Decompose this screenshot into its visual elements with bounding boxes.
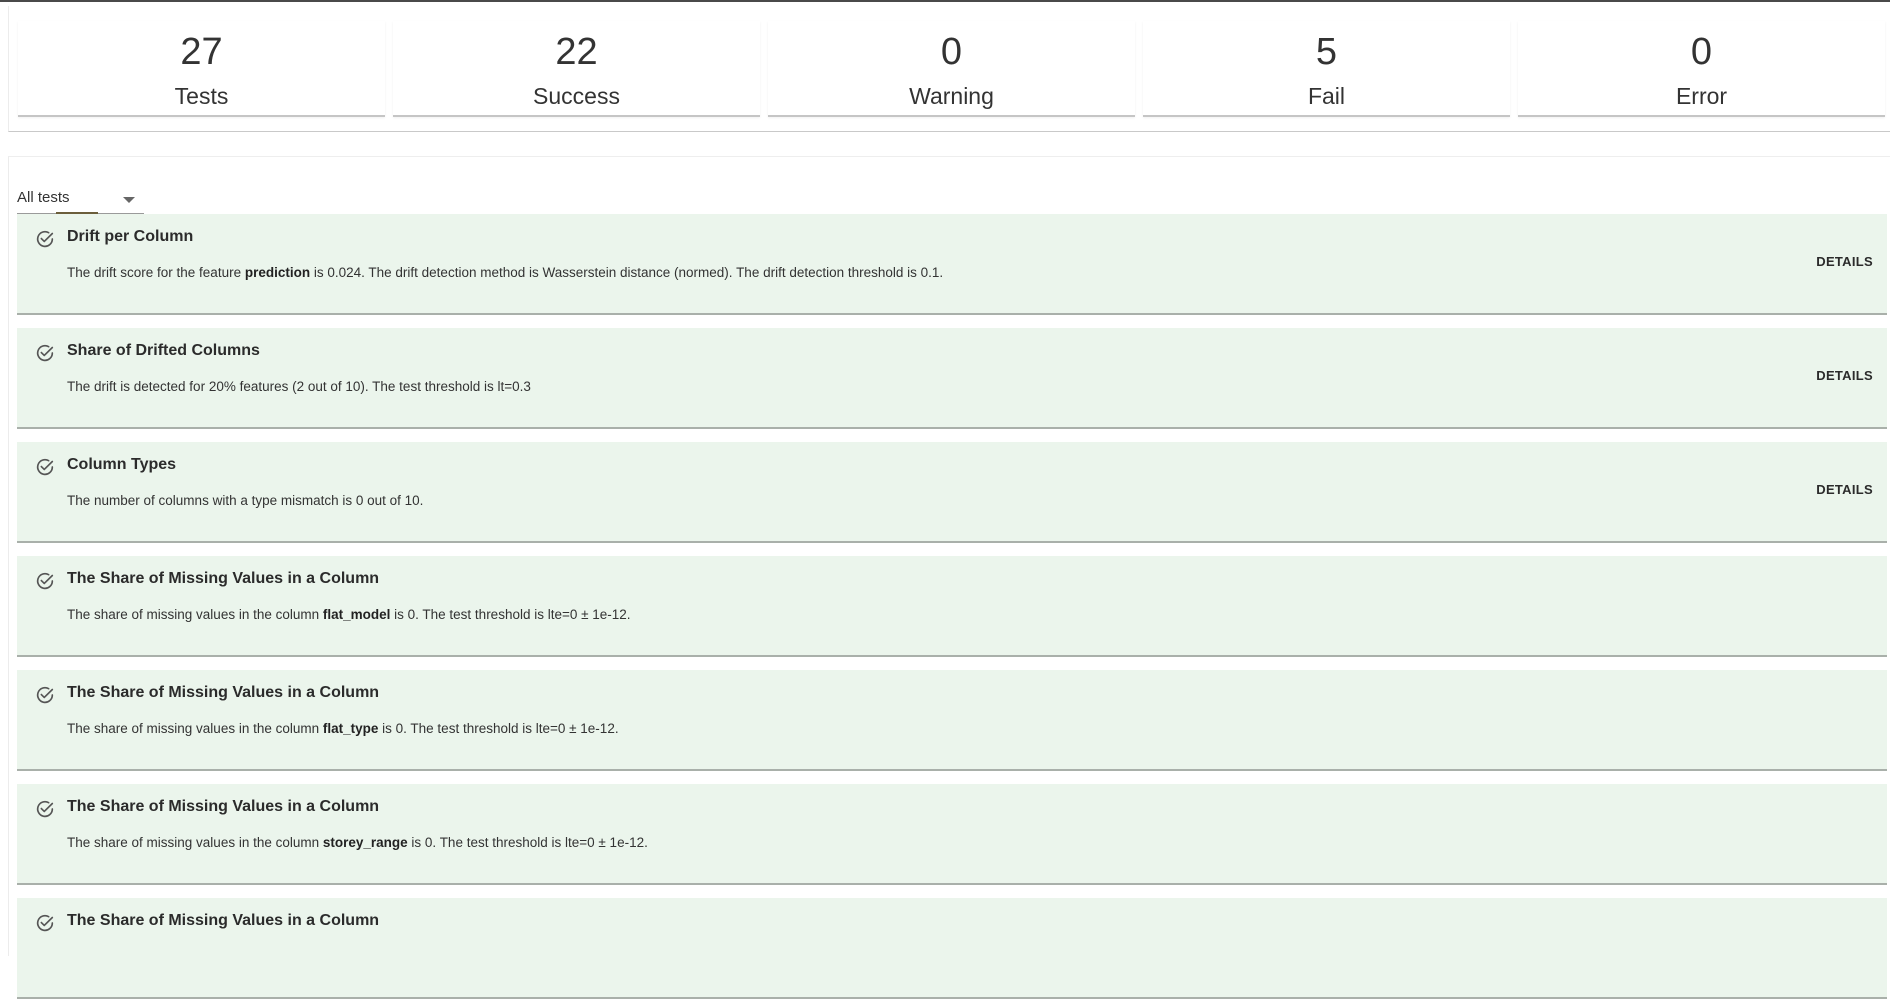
- test-card[interactable]: The Share of Missing Values in a Column: [17, 898, 1887, 999]
- test-card[interactable]: Share of Drifted Columns The drift is de…: [17, 328, 1887, 429]
- test-card[interactable]: The Share of Missing Values in a Column …: [17, 784, 1887, 885]
- feature-name: prediction: [244, 265, 311, 280]
- summary-card-tests: 27 Tests: [18, 21, 385, 117]
- test-description: The drift score for the feature predicti…: [67, 265, 944, 280]
- summary-count: 27: [180, 31, 223, 73]
- column-name: flat_model: [322, 607, 391, 622]
- summary-count: 22: [555, 31, 598, 73]
- check-circle-icon: [36, 686, 54, 704]
- check-circle-icon: [36, 230, 54, 248]
- summary-count: 0: [1690, 31, 1713, 73]
- summary-label: Fail: [1307, 83, 1346, 109]
- test-description: The share of missing values in the colum…: [67, 607, 631, 622]
- summary-card-success: 22 Success: [393, 21, 760, 117]
- test-description: The number of columns with a type mismat…: [67, 493, 424, 508]
- check-circle-icon: [36, 344, 54, 362]
- test-title: The Share of Missing Values in a Column: [67, 912, 380, 929]
- test-title: The Share of Missing Values in a Column: [67, 798, 380, 815]
- test-card[interactable]: Column Types The number of columns with …: [17, 442, 1887, 543]
- summary-label: Warning: [909, 83, 994, 109]
- caret-down-icon[interactable]: [123, 197, 135, 203]
- test-title: Column Types: [67, 456, 177, 473]
- column-name: flat_type: [322, 721, 379, 736]
- tests-panel: All tests Drift per Column The drift sco…: [8, 156, 1890, 999]
- test-title: The Share of Missing Values in a Column: [67, 570, 380, 587]
- check-circle-icon: [36, 458, 54, 476]
- summary-label: Success: [533, 83, 620, 109]
- summary-card-fail: 5 Fail: [1143, 21, 1510, 117]
- summary-label: Tests: [174, 83, 229, 109]
- test-filter-value: All tests: [17, 189, 70, 206]
- column-name: storey_range: [322, 835, 408, 850]
- details-button[interactable]: DETAILS: [1816, 254, 1873, 269]
- check-circle-icon: [36, 800, 54, 818]
- test-card[interactable]: The Share of Missing Values in a Column …: [17, 556, 1887, 657]
- top-border: [0, 0, 1890, 2]
- summary-count: 0: [940, 31, 963, 73]
- test-card[interactable]: Drift per Column The drift score for the…: [17, 214, 1887, 315]
- test-title: Drift per Column: [67, 228, 194, 245]
- test-title: Share of Drifted Columns: [67, 342, 260, 359]
- summary-panel: 27 Tests 22 Success 0 Warning 5 Fail 0 E…: [8, 6, 1890, 132]
- test-description: The drift is detected for 20% features (…: [67, 379, 531, 394]
- summary-label: Error: [1675, 83, 1728, 109]
- details-button[interactable]: DETAILS: [1816, 482, 1873, 497]
- test-filter-select[interactable]: All tests: [17, 173, 144, 214]
- test-description: The share of missing values in the colum…: [67, 721, 619, 736]
- summary-card-warning: 0 Warning: [768, 21, 1135, 117]
- summary-count: 5: [1315, 31, 1338, 73]
- details-button[interactable]: DETAILS: [1816, 368, 1873, 383]
- check-circle-icon: [36, 572, 54, 590]
- summary-card-error: 0 Error: [1518, 21, 1885, 117]
- check-circle-icon: [36, 914, 54, 932]
- test-title: The Share of Missing Values in a Column: [67, 684, 380, 701]
- test-card[interactable]: The Share of Missing Values in a Column …: [17, 670, 1887, 771]
- test-description: The share of missing values in the colum…: [67, 835, 648, 850]
